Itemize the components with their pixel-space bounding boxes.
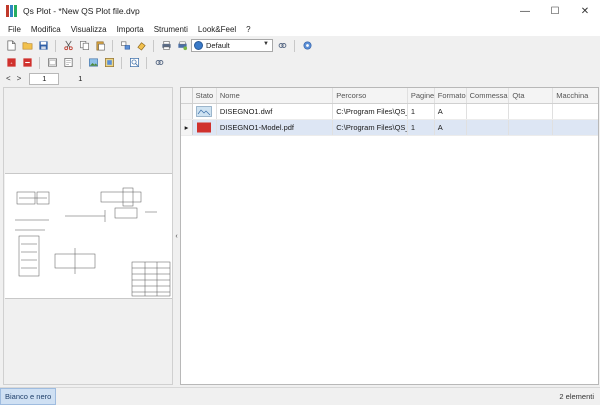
globe-icon (194, 41, 203, 50)
color-mode-status[interactable]: Bianco e nero (0, 388, 57, 405)
row-qta[interactable] (509, 104, 554, 119)
file-grid: Stato Nome Percorso Pagine Formato Comme… (180, 87, 599, 385)
status-bar: Bianco e nero 2 elementi (0, 387, 600, 405)
printer-icon[interactable] (159, 39, 173, 53)
page-icon[interactable] (61, 56, 75, 70)
order-icon[interactable] (118, 39, 132, 53)
column-header-macchina[interactable]: Macchina (553, 88, 598, 103)
toolbar-separator (121, 56, 122, 69)
row-formato: A (435, 120, 467, 135)
drawing-preview[interactable] (5, 173, 172, 299)
menu-look-and-feel[interactable]: Look&Feel (193, 25, 241, 34)
row-formato: A (435, 104, 467, 119)
column-header-qta[interactable]: Qta (509, 88, 554, 103)
menu-visualizza[interactable]: Visualizza (66, 25, 112, 34)
next-page-button[interactable]: > (15, 74, 24, 83)
link-icon[interactable] (152, 56, 166, 70)
toolbar-separator (294, 39, 295, 52)
paste-icon[interactable] (93, 39, 107, 53)
main-toolbar: Default ▼ (0, 37, 600, 54)
row-nome: DISEGNO1-Model.pdf (217, 120, 334, 135)
row-indicator-header (181, 88, 193, 103)
new-file-icon[interactable] (4, 39, 18, 53)
menu-help[interactable]: ? (241, 25, 255, 34)
minimize-button[interactable]: — (510, 0, 540, 22)
row-macchina[interactable] (553, 104, 598, 119)
column-header-stato[interactable]: Stato (193, 88, 217, 103)
save-icon[interactable] (36, 39, 50, 53)
maximize-button[interactable]: ☐ (540, 0, 570, 22)
image-icon[interactable] (86, 56, 100, 70)
title-bar: Qs Plot - *New QS Plot file.dvp — ☐ ✕ (0, 0, 600, 22)
page-navigator: < > 1 1 (0, 71, 600, 86)
row-status (193, 120, 217, 135)
toolbar-separator (39, 56, 40, 69)
menu-importa[interactable]: Importa (112, 25, 149, 34)
svg-text:+: + (10, 61, 12, 65)
preview-panel (3, 87, 173, 385)
previous-page-button[interactable]: < (4, 74, 13, 83)
open-folder-icon[interactable] (20, 39, 34, 53)
link-icon[interactable] (275, 39, 289, 53)
grid-header: Stato Nome Percorso Pagine Formato Comme… (181, 88, 598, 104)
profile-dropdown-value: Default (206, 41, 230, 50)
column-header-formato[interactable]: Formato (435, 88, 467, 103)
chevron-down-icon: ▼ (263, 41, 269, 47)
copy-icon[interactable] (77, 39, 91, 53)
menu-modifica[interactable]: Modifica (26, 25, 66, 34)
row-status (193, 104, 217, 119)
row-commessa[interactable] (467, 120, 510, 135)
window-title: Qs Plot - *New QS Plot file.dvp (23, 6, 140, 16)
current-row-icon: ▸ (181, 120, 193, 135)
eraser-icon[interactable] (134, 39, 148, 53)
toolbar-separator (80, 56, 81, 69)
close-button[interactable]: ✕ (570, 0, 600, 22)
table-row[interactable]: DISEGNO1.dwf C:\Program Files\QS_I... 1 … (181, 104, 598, 120)
grid-body: DISEGNO1.dwf C:\Program Files\QS_I... 1 … (181, 104, 598, 136)
current-page-input[interactable]: 1 (29, 72, 60, 85)
app-logo-icon (6, 5, 18, 17)
profile-dropdown[interactable]: Default ▼ (191, 39, 273, 52)
column-header-commessa[interactable]: Commessa (467, 88, 510, 103)
panel-splitter[interactable]: ‹ (174, 87, 179, 385)
table-row[interactable]: ▸ DISEGNO1-Model.pdf C:\Program Files\QS… (181, 120, 598, 136)
dwf-thumbnail-icon (196, 106, 213, 117)
toolbar-separator (146, 56, 147, 69)
frame-icon[interactable] (45, 56, 59, 70)
zoom-fit-icon[interactable] (102, 56, 116, 70)
toolbar-separator (112, 39, 113, 52)
item-count: 2 elementi (559, 392, 594, 401)
menu-file[interactable]: File (3, 25, 26, 34)
toolbar-separator (153, 39, 154, 52)
row-nome: DISEGNO1.dwf (217, 104, 334, 119)
row-pagine: 1 (408, 120, 435, 135)
secondary-toolbar: + (0, 54, 600, 71)
drawing-thumbnail (15, 187, 171, 297)
add-pdf-icon[interactable]: + (4, 56, 18, 70)
row-commessa[interactable] (467, 104, 510, 119)
column-header-percorso[interactable]: Percorso (333, 88, 408, 103)
row-qta[interactable] (509, 120, 554, 135)
remove-icon[interactable] (20, 56, 34, 70)
total-pages-label: 1 (78, 74, 83, 83)
row-indicator (181, 104, 193, 119)
cut-icon[interactable] (61, 39, 75, 53)
zoom-page-icon[interactable] (127, 56, 141, 70)
column-header-nome[interactable]: Nome (217, 88, 334, 103)
row-percorso: C:\Program Files\QS_I... (333, 104, 408, 119)
pdf-thumbnail-icon (196, 122, 212, 133)
row-macchina[interactable] (553, 120, 598, 135)
row-percorso: C:\Program Files\QS_I... (333, 120, 408, 135)
toolbar-separator (55, 39, 56, 52)
menu-strumenti[interactable]: Strumenti (149, 25, 193, 34)
row-pagine: 1 (408, 104, 435, 119)
gear-icon[interactable] (300, 39, 314, 53)
print-settings-icon[interactable] (175, 39, 189, 53)
column-header-pagine[interactable]: Pagine (408, 88, 435, 103)
menu-bar: File Modifica Visualizza Importa Strumen… (0, 22, 600, 36)
